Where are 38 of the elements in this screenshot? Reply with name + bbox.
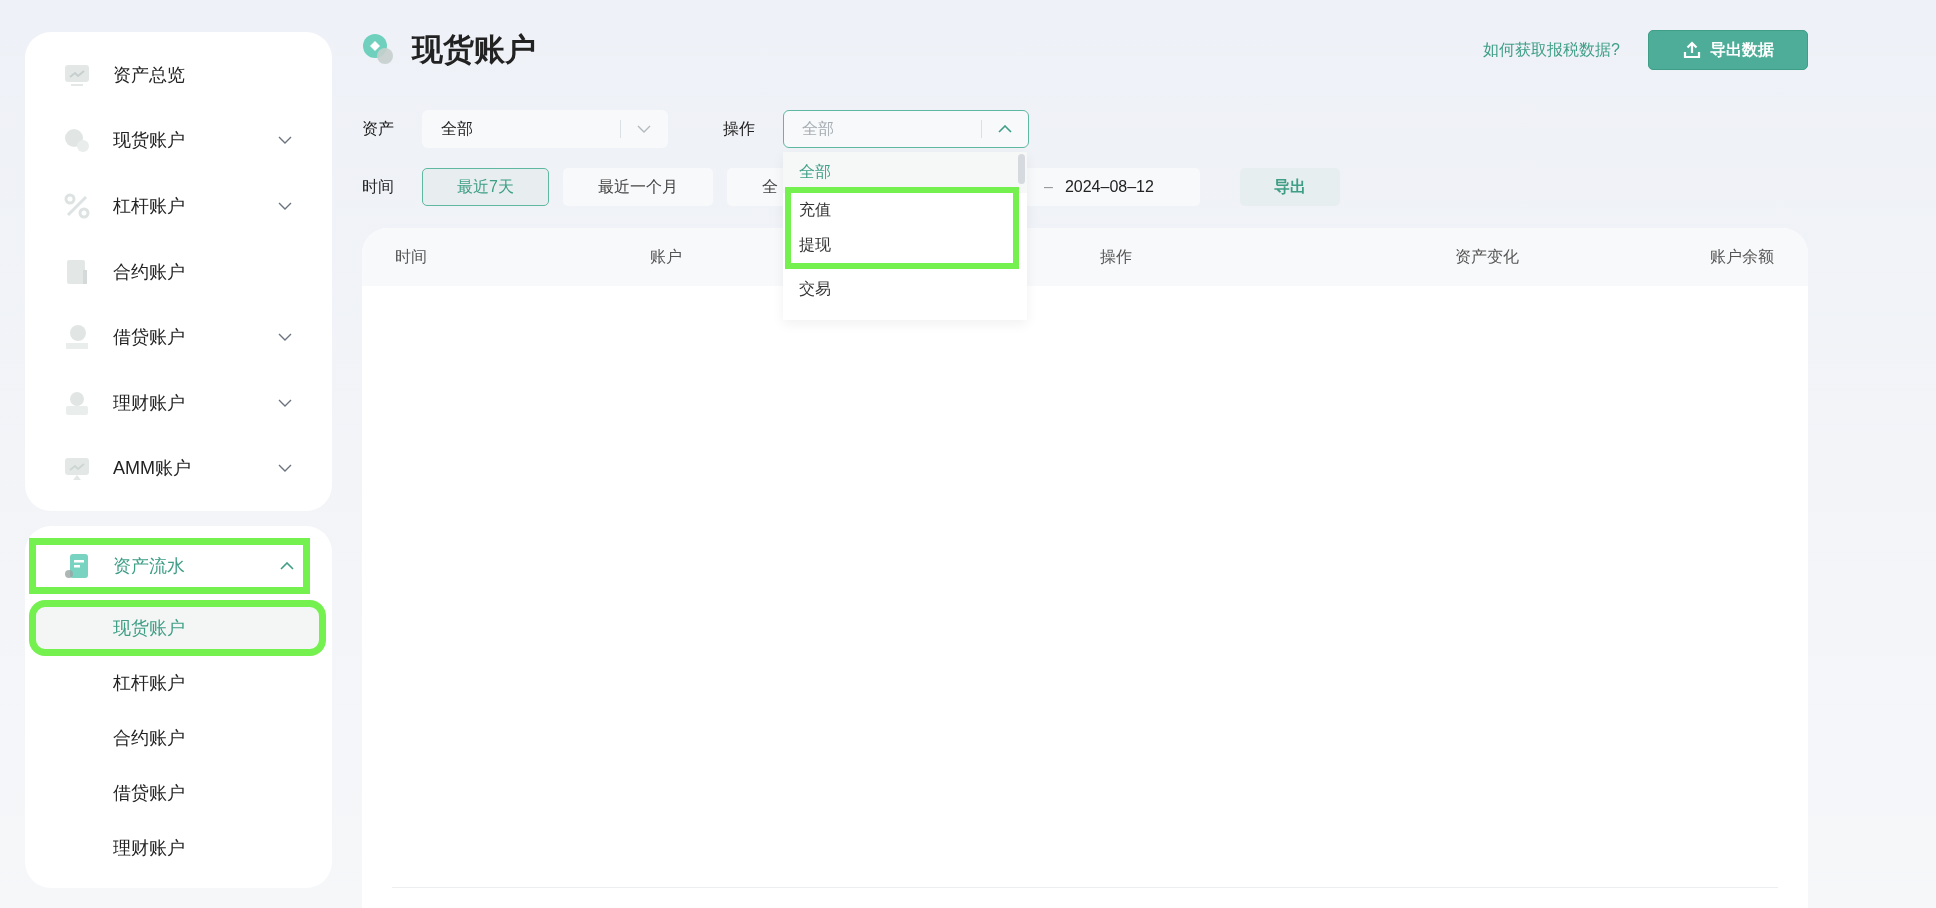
sidebar-item[interactable]: 借贷账户: [25, 304, 332, 370]
chevron-icon: [998, 125, 1012, 133]
chevron-icon: [637, 125, 651, 133]
sidebar-item[interactable]: 杠杆账户: [25, 173, 332, 239]
document-icon: [63, 552, 91, 581]
sidebar-label: 理财账户: [113, 391, 186, 415]
sidebar-label: 现货账户: [113, 129, 186, 153]
filter-label: 操作: [723, 118, 756, 139]
dropdown-option[interactable]: 提现: [791, 228, 1013, 263]
sidebar-label: 合约账户: [113, 260, 186, 284]
sidebar-subitem[interactable]: 理财账户: [33, 823, 322, 873]
sidebar-label: 杠杆账户: [113, 195, 186, 218]
column-header: 账户余额: [1710, 247, 1774, 265]
sidebar-label: 借贷账户: [113, 326, 186, 350]
filter-label: 资产: [362, 118, 395, 139]
dropdown-option[interactable]: 交易: [783, 269, 1027, 310]
time-range-button[interactable]: 最近一个月: [562, 168, 713, 206]
sidebar-item[interactable]: AMM账户: [25, 435, 332, 502]
sidebar-item[interactable]: 理财账户: [25, 369, 332, 436]
sidebar-subitem[interactable]: 借贷账户: [33, 768, 322, 818]
column-header: 时间: [395, 247, 427, 265]
sidebar-label: 资产流水: [113, 555, 186, 579]
filter-label: 时间: [362, 176, 395, 197]
coins-icon: [362, 33, 396, 67]
upload-icon: [1682, 40, 1702, 60]
page-title: 现货账户: [412, 31, 536, 69]
sidebar-item[interactable]: 资产总览: [25, 42, 332, 108]
sidebar-subitem[interactable]: 合约账户: [33, 713, 322, 763]
sidebar-label: AMM账户: [113, 457, 192, 481]
sidebar-subitem[interactable]: 杠杆账户: [33, 658, 322, 708]
column-header: 账户: [650, 247, 682, 265]
asset-select[interactable]: 全部: [422, 110, 668, 148]
column-header: 操作: [1100, 247, 1132, 265]
sidebar-label: 资产总览: [113, 63, 186, 87]
scrollbar[interactable]: [1018, 154, 1025, 184]
column-header: 资产变化: [1455, 247, 1519, 265]
sidebar-item[interactable]: 合约账户: [25, 238, 332, 305]
sidebar-item[interactable]: 现货账户: [25, 107, 332, 174]
